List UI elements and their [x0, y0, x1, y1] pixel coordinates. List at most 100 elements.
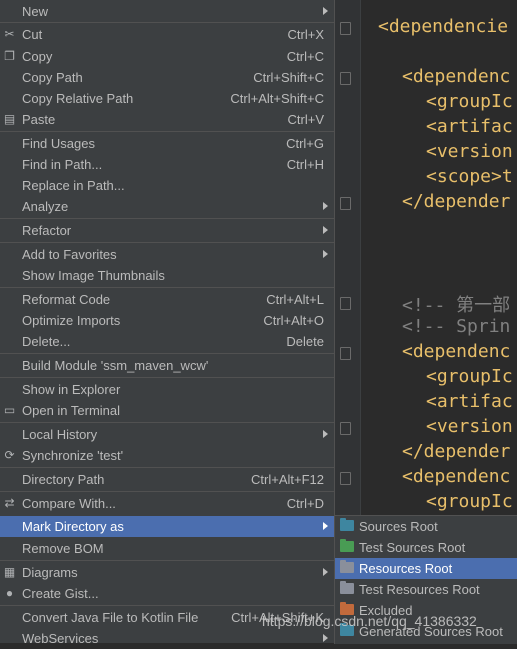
menu-item-delete[interactable]: Delete... Delete	[0, 331, 334, 352]
menu-item-create-gist[interactable]: ● Create Gist...	[0, 583, 334, 604]
submenu-item-label: Resources Root	[359, 561, 453, 576]
submenu-item-label: Sources Root	[359, 519, 438, 534]
submenu-item-sources-root[interactable]: Sources Root	[335, 516, 517, 537]
menu-item-shortcut: Ctrl+D	[286, 496, 324, 511]
menu-item-label: Copy	[22, 49, 53, 64]
menu-item-shortcut: Ctrl+Shift+C	[253, 70, 324, 85]
menu-item-label: Analyze	[22, 199, 69, 214]
code-line: <version	[426, 141, 513, 162]
scissors-icon: ✂	[4, 27, 15, 41]
menu-item-label: Build Module 'ssm_maven_wcw'	[22, 358, 209, 373]
submenu-arrow-icon	[323, 202, 328, 210]
menu-item-webservices[interactable]: WebServices	[0, 628, 334, 649]
menu-item-shortcut: Ctrl+H	[286, 157, 324, 172]
menu-item-copy[interactable]: ❐ Copy Ctrl+C	[0, 46, 334, 67]
clipboard-icon: ▤	[3, 112, 16, 126]
menu-item-find-usages[interactable]: Find Usages Ctrl+G	[0, 133, 334, 154]
code-line: <dependenc	[402, 466, 511, 487]
submenu-arrow-icon	[323, 7, 328, 15]
menu-item-shortcut: Delete	[286, 334, 324, 349]
menu-item-refactor[interactable]: Refactor	[0, 220, 334, 241]
menu-item-paste[interactable]: ▤ Paste Ctrl+V	[0, 109, 334, 130]
menu-item-optimize-imports[interactable]: Optimize Imports Ctrl+Alt+O	[0, 310, 334, 331]
menu-item-directory-path[interactable]: Directory Path Ctrl+Alt+F12	[0, 469, 334, 490]
folder-icon	[340, 539, 354, 552]
menu-item-shortcut: Ctrl+Alt+Shift+C	[230, 91, 324, 106]
menu-separator	[0, 467, 334, 468]
copy-icon: ❐	[4, 49, 15, 63]
submenu-item-label: Test Resources Root	[359, 582, 480, 597]
menu-item-reformat-code[interactable]: Reformat Code Ctrl+Alt+L	[0, 289, 334, 310]
menu-item-build-module-ssm-maven-wcw[interactable]: Build Module 'ssm_maven_wcw'	[0, 355, 334, 376]
menu-item-label: Local History	[22, 427, 98, 442]
menu-item-label: Remove BOM	[22, 541, 104, 556]
menu-item-local-history[interactable]: Local History	[0, 424, 334, 445]
menu-separator	[0, 353, 334, 354]
menu-item-diagrams[interactable]: ▦ Diagrams	[0, 562, 334, 583]
menu-item-show-in-explorer[interactable]: Show in Explorer	[0, 379, 334, 400]
fold-marker-icon[interactable]	[340, 347, 351, 360]
menu-item-label: Optimize Imports	[22, 313, 121, 328]
diagram-icon: ▦	[3, 565, 16, 579]
code-comment: <!-- Sprin	[402, 316, 511, 337]
menu-item-mark-directory-as[interactable]: Mark Directory as	[0, 516, 334, 537]
fold-marker-icon[interactable]	[340, 22, 351, 35]
menu-separator	[0, 422, 334, 423]
menu-item-copy-relative-path[interactable]: Copy Relative Path Ctrl+Alt+Shift+C	[0, 88, 334, 109]
menu-item-remove-bom[interactable]: Remove BOM	[0, 538, 334, 559]
folder-icon	[340, 518, 354, 531]
code-line: <version	[426, 416, 513, 437]
menu-item-add-to-favorites[interactable]: Add to Favorites	[0, 244, 334, 265]
menu-item-label: Diagrams	[22, 565, 78, 580]
menu-item-label: Add to Favorites	[22, 247, 117, 262]
code-line: <groupIc	[426, 91, 513, 112]
fold-marker-icon[interactable]	[340, 472, 351, 485]
menu-item-replace-in-path[interactable]: Replace in Path...	[0, 175, 334, 196]
fold-marker-icon[interactable]	[340, 297, 351, 310]
code-line: <dependenc	[402, 341, 511, 362]
menu-item-compare-with[interactable]: ⇄ Compare With... Ctrl+D	[0, 493, 334, 514]
menu-separator	[0, 491, 334, 492]
folder-icon	[340, 560, 354, 573]
menu-item-copy-path[interactable]: Copy Path Ctrl+Shift+C	[0, 67, 334, 88]
menu-item-show-image-thumbnails[interactable]: Show Image Thumbnails	[0, 265, 334, 286]
menu-separator	[0, 242, 334, 243]
submenu-arrow-icon	[323, 250, 328, 258]
submenu-item-test-sources-root[interactable]: Test Sources Root	[335, 537, 517, 558]
menu-separator	[0, 560, 334, 561]
submenu-item-resources-root[interactable]: Resources Root	[335, 558, 517, 579]
fold-marker-icon[interactable]	[340, 72, 351, 85]
menu-separator	[0, 605, 334, 606]
menu-item-analyze[interactable]: Analyze	[0, 196, 334, 217]
menu-item-label: Copy Relative Path	[22, 91, 134, 106]
menu-item-label: Show Image Thumbnails	[22, 268, 165, 283]
menu-item-label: Refactor	[22, 223, 72, 238]
menu-item-label: Synchronize 'test'	[22, 448, 124, 463]
menu-separator	[0, 377, 334, 378]
menu-item-find-in-path[interactable]: Find in Path... Ctrl+H	[0, 154, 334, 175]
terminal-icon: ▭	[3, 403, 16, 417]
menu-item-cut[interactable]: ✂ Cut Ctrl+X	[0, 24, 334, 45]
fold-marker-icon[interactable]	[340, 422, 351, 435]
menu-item-label: Paste	[22, 112, 56, 127]
menu-item-label: Delete...	[22, 334, 71, 349]
menu-item-label: Create Gist...	[22, 586, 99, 601]
code-line: <scope>t	[426, 166, 513, 187]
folder-icon	[340, 581, 354, 594]
menu-item-label: New	[22, 4, 49, 19]
menu-item-label: Find Usages	[22, 136, 95, 151]
menu-item-shortcut: Ctrl+V	[287, 112, 324, 127]
fold-marker-icon[interactable]	[340, 197, 351, 210]
context-menu: New ✂ Cut Ctrl+X ❐ Copy Ctrl+C Copy Path Ctrl+Sh…	[0, 0, 335, 646]
menu-item-open-in-terminal[interactable]: ▭ Open in Terminal	[0, 400, 334, 421]
submenu-arrow-icon	[323, 634, 328, 642]
submenu-item-test-resources-root[interactable]: Test Resources Root	[335, 579, 517, 600]
menu-item-label: Show in Explorer	[22, 382, 121, 397]
code-line: <dependenc	[402, 66, 511, 87]
menu-item-synchronize-test[interactable]: ⟳ Synchronize 'test'	[0, 445, 334, 466]
menu-item-new[interactable]: New	[0, 1, 334, 22]
code-line: <groupIc	[426, 366, 513, 387]
code-comment: <!-- 第一部	[402, 295, 511, 316]
menu-item-label: WebServices	[22, 631, 99, 646]
menu-separator	[0, 287, 334, 288]
